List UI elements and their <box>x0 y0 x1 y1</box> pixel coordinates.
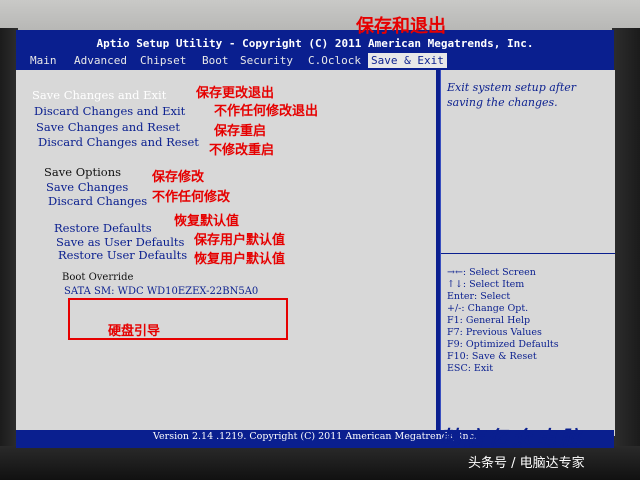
option-save-changes-and-exit[interactable]: Save Changes and Exit <box>32 88 166 102</box>
option-save-changes[interactable]: Save Changes <box>46 180 128 194</box>
option-save-changes-and-reset[interactable]: Save Changes and Reset <box>36 120 180 134</box>
bios-title: Aptio Setup Utility - Copyright (C) 2011… <box>96 37 534 50</box>
option-save-as-user-defaults[interactable]: Save as User Defaults <box>56 235 184 249</box>
key-hint-previous-values: F7: Previous Values <box>447 327 542 338</box>
save-options-header: Save Options <box>44 165 122 179</box>
option-discard-changes[interactable]: Discard Changes <box>48 194 147 208</box>
tab-advanced[interactable]: Advanced <box>74 53 127 68</box>
annotation-save-changes-exit: 保存更改退出 <box>196 86 275 101</box>
key-hint-select-item: ↑↓: Select Item <box>447 279 525 290</box>
annotation-save-user-defaults: 保存用户默认值 <box>194 233 286 248</box>
boot-override-highlight-box <box>68 298 288 340</box>
help-panel: Exit system setup after saving the chang… <box>440 70 615 436</box>
key-hint-general-help: F1: General Help <box>447 315 531 326</box>
help-description: Exit system setup after saving the chang… <box>447 81 577 109</box>
key-hint-change-opt: +/-: Change Opt. <box>447 303 529 314</box>
key-hint-save-reset: F10: Save & Reset <box>447 351 537 362</box>
bios-menu-bar: Main Advanced Chipset Boot Security C.Oc… <box>16 52 614 69</box>
annotation-boot-override: 硬盘引导 <box>108 324 161 339</box>
annotation-save-reset: 保存重启 <box>214 124 267 139</box>
tab-security[interactable]: Security <box>240 53 293 68</box>
tab-save-exit[interactable]: Save & Exit <box>368 53 447 68</box>
tab-chipset[interactable]: Chipset <box>140 53 186 68</box>
option-discard-changes-and-exit[interactable]: Discard Changes and Exit <box>34 104 185 118</box>
monitor-bezel-right <box>612 28 640 448</box>
annotation-restore-user-defaults: 恢复用户默认值 <box>194 252 286 267</box>
tab-main[interactable]: Main <box>30 53 57 68</box>
watermark-logo: 韩店亿众电脑 <box>440 426 584 450</box>
key-hint-exit: ESC: Exit <box>447 363 494 374</box>
option-discard-changes-and-reset[interactable]: Discard Changes and Reset <box>38 135 199 149</box>
option-restore-user-defaults[interactable]: Restore User Defaults <box>58 248 187 262</box>
tab-oclock[interactable]: C.Oclock <box>308 53 361 68</box>
annotation-discard-changes-exit: 不作任何修改退出 <box>214 104 319 119</box>
annotation-restore-defaults: 恢复默认值 <box>174 214 240 229</box>
annotation-save-changes: 保存修改 <box>152 170 205 185</box>
tab-boot[interactable]: Boot <box>202 53 229 68</box>
annotation-discard-reset: 不修改重启 <box>209 143 275 158</box>
bios-screen: Aptio Setup Utility - Copyright (C) 2011… <box>16 30 615 448</box>
key-hint-enter: Enter: Select <box>447 291 511 302</box>
key-hint-optimized-defaults: F9: Optimized Defaults <box>447 339 559 350</box>
annotation-heading: 保存和退出 <box>356 16 446 37</box>
help-divider <box>441 253 615 254</box>
annotation-discard-changes: 不作任何修改 <box>152 190 231 205</box>
key-hint-select-screen: →←: Select Screen <box>447 267 536 278</box>
option-restore-defaults[interactable]: Restore Defaults <box>54 221 152 235</box>
source-credit: 头条号 / 电脑达专家 <box>468 456 585 471</box>
option-boot-device-sata[interactable]: SATA SM: WDC WD10EZEX-22BN5A0 <box>64 286 258 297</box>
boot-override-header: Boot Override <box>62 272 134 283</box>
